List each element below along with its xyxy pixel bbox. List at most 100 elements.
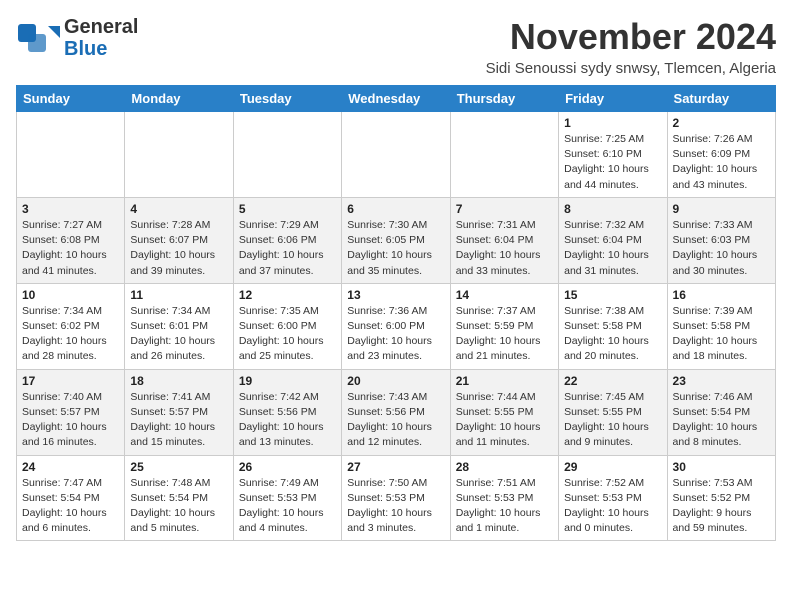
- day-cell-27: 27 Sunrise: 7:50 AM Sunset: 5:53 PM Dayli…: [342, 455, 450, 541]
- empty-cell: [450, 112, 558, 198]
- day-info: Sunrise: 7:50 AM Sunset: 5:53 PM Dayligh…: [347, 476, 444, 537]
- day-number: 12: [239, 288, 336, 302]
- day-number: 28: [456, 460, 553, 474]
- weekday-header-tuesday: Tuesday: [233, 86, 341, 112]
- day-info: Sunrise: 7:43 AM Sunset: 5:56 PM Dayligh…: [347, 390, 444, 451]
- day-cell-23: 23Sunrise: 7:46 AM Sunset: 5:54 PM Dayli…: [667, 369, 775, 455]
- day-cell-13: 13Sunrise: 7:36 AM Sunset: 6:00 PM Dayli…: [342, 283, 450, 369]
- day-number: 17: [22, 374, 119, 388]
- day-info: Sunrise: 7:31 AM Sunset: 6:04 PM Dayligh…: [456, 218, 553, 279]
- day-number: 8: [564, 202, 661, 216]
- day-info: Sunrise: 7:41 AM Sunset: 5:57 PM Dayligh…: [130, 390, 227, 451]
- day-info: Sunrise: 7:29 AM Sunset: 6:06 PM Dayligh…: [239, 218, 336, 279]
- weekday-header-row: SundayMondayTuesdayWednesdayThursdayFrid…: [17, 86, 776, 112]
- location: Sidi Senoussi sydy snwsy, Tlemcen, Alger…: [486, 60, 776, 77]
- day-number: 18: [130, 374, 227, 388]
- day-number: 20: [347, 374, 444, 388]
- day-cell-14: 14 Sunrise: 7:37 AM Sunset: 5:59 PM Dayli…: [450, 283, 558, 369]
- day-info: Sunrise: 7:42 AM Sunset: 5:56 PM Dayligh…: [239, 390, 336, 451]
- day-number: 3: [22, 202, 119, 216]
- empty-cell: [342, 112, 450, 198]
- day-info: Sunrise: 7:34 AM Sunset: 6:01 PM Dayligh…: [130, 304, 227, 365]
- month-title: November 2024: [486, 16, 776, 58]
- day-number: 15: [564, 288, 661, 302]
- day-info: Sunrise: 7:51 AM Sunset: 5:53 PM Dayligh…: [456, 476, 553, 537]
- day-info: Sunrise: 7:25 AM Sunset: 6:10 PM Dayligh…: [564, 132, 661, 193]
- page-header: General Blue November 2024 Sidi Senoussi…: [16, 16, 776, 77]
- week-row-3: 10 Sunrise: 7:34 AM Sunset: 6:02 PM Dayli…: [17, 283, 776, 369]
- day-info: Sunrise: 7:28 AM Sunset: 6:07 PM Dayligh…: [130, 218, 227, 279]
- logo: General Blue: [16, 16, 138, 60]
- empty-cell: [125, 112, 233, 198]
- day-info: Sunrise: 7:26 AM Sunset: 6:09 PM Dayligh…: [673, 132, 770, 193]
- day-number: 2: [673, 116, 770, 130]
- day-number: 1: [564, 116, 661, 130]
- day-number: 19: [239, 374, 336, 388]
- day-number: 4: [130, 202, 227, 216]
- day-cell-22: 22 Sunrise: 7:45 AM Sunset: 5:55 PM Dayli…: [559, 369, 667, 455]
- day-number: 25: [130, 460, 227, 474]
- day-info: Sunrise: 7:39 AM Sunset: 5:58 PM Dayligh…: [673, 304, 770, 365]
- day-info: Sunrise: 7:53 AM Sunset: 5:52 PM Dayligh…: [673, 476, 770, 537]
- day-cell-17: 17 Sunrise: 7:40 AM Sunset: 5:57 PM Dayli…: [17, 369, 125, 455]
- day-cell-15: 15 Sunrise: 7:38 AM Sunset: 5:58 PM Dayli…: [559, 283, 667, 369]
- day-number: 27: [347, 460, 444, 474]
- day-cell-29: 29Sunrise: 7:52 AM Sunset: 5:53 PM Dayli…: [559, 455, 667, 541]
- day-info: Sunrise: 7:33 AM Sunset: 6:03 PM Dayligh…: [673, 218, 770, 279]
- day-number: 30: [673, 460, 770, 474]
- day-cell-4: 4 Sunrise: 7:28 AM Sunset: 6:07 PM Daylig…: [125, 197, 233, 283]
- day-info: Sunrise: 7:49 AM Sunset: 5:53 PM Dayligh…: [239, 476, 336, 537]
- day-info: Sunrise: 7:40 AM Sunset: 5:57 PM Dayligh…: [22, 390, 119, 451]
- day-info: Sunrise: 7:37 AM Sunset: 5:59 PM Dayligh…: [456, 304, 553, 365]
- day-number: 13: [347, 288, 444, 302]
- day-info: Sunrise: 7:30 AM Sunset: 6:05 PM Dayligh…: [347, 218, 444, 279]
- day-cell-6: 6 Sunrise: 7:30 AM Sunset: 6:05 PM Daylig…: [342, 197, 450, 283]
- day-cell-9: 9 Sunrise: 7:33 AM Sunset: 6:03 PM Daylig…: [667, 197, 775, 283]
- day-number: 21: [456, 374, 553, 388]
- day-info: Sunrise: 7:48 AM Sunset: 5:54 PM Dayligh…: [130, 476, 227, 537]
- day-cell-25: 25 Sunrise: 7:48 AM Sunset: 5:54 PM Dayli…: [125, 455, 233, 541]
- day-cell-19: 19 Sunrise: 7:42 AM Sunset: 5:56 PM Dayli…: [233, 369, 341, 455]
- day-info: Sunrise: 7:34 AM Sunset: 6:02 PM Dayligh…: [22, 304, 119, 365]
- day-number: 11: [130, 288, 227, 302]
- empty-cell: [233, 112, 341, 198]
- title-block: November 2024 Sidi Senoussi sydy snwsy, …: [486, 16, 776, 77]
- day-info: Sunrise: 7:44 AM Sunset: 5:55 PM Dayligh…: [456, 390, 553, 451]
- weekday-header-sunday: Sunday: [17, 86, 125, 112]
- week-row-5: 24 Sunrise: 7:47 AM Sunset: 5:54 PM Dayli…: [17, 455, 776, 541]
- day-info: Sunrise: 7:32 AM Sunset: 6:04 PM Dayligh…: [564, 218, 661, 279]
- day-number: 10: [22, 288, 119, 302]
- weekday-header-thursday: Thursday: [450, 86, 558, 112]
- day-number: 6: [347, 202, 444, 216]
- week-row-2: 3Sunrise: 7:27 AM Sunset: 6:08 PM Daylig…: [17, 197, 776, 283]
- day-cell-5: 5 Sunrise: 7:29 AM Sunset: 6:06 PM Daylig…: [233, 197, 341, 283]
- day-info: Sunrise: 7:46 AM Sunset: 5:54 PM Dayligh…: [673, 390, 770, 451]
- day-cell-26: 26Sunrise: 7:49 AM Sunset: 5:53 PM Dayli…: [233, 455, 341, 541]
- day-info: Sunrise: 7:35 AM Sunset: 6:00 PM Dayligh…: [239, 304, 336, 365]
- day-number: 14: [456, 288, 553, 302]
- day-number: 24: [22, 460, 119, 474]
- day-cell-30: 30 Sunrise: 7:53 AM Sunset: 5:52 PM Dayli…: [667, 455, 775, 541]
- day-number: 22: [564, 374, 661, 388]
- week-row-4: 17 Sunrise: 7:40 AM Sunset: 5:57 PM Dayli…: [17, 369, 776, 455]
- day-number: 7: [456, 202, 553, 216]
- day-number: 9: [673, 202, 770, 216]
- day-cell-10: 10 Sunrise: 7:34 AM Sunset: 6:02 PM Dayli…: [17, 283, 125, 369]
- day-cell-1: 1 Sunrise: 7:25 AM Sunset: 6:10 PM Daylig…: [559, 112, 667, 198]
- day-cell-7: 7 Sunrise: 7:31 AM Sunset: 6:04 PM Daylig…: [450, 197, 558, 283]
- day-cell-21: 21 Sunrise: 7:44 AM Sunset: 5:55 PM Dayli…: [450, 369, 558, 455]
- day-cell-11: 11 Sunrise: 7:34 AM Sunset: 6:01 PM Dayli…: [125, 283, 233, 369]
- day-cell-8: 8 Sunrise: 7:32 AM Sunset: 6:04 PM Daylig…: [559, 197, 667, 283]
- day-cell-12: 12 Sunrise: 7:35 AM Sunset: 6:00 PM Dayli…: [233, 283, 341, 369]
- logo-blue: Blue: [64, 38, 138, 60]
- day-info: Sunrise: 7:45 AM Sunset: 5:55 PM Dayligh…: [564, 390, 661, 451]
- day-cell-20: 20 Sunrise: 7:43 AM Sunset: 5:56 PM Dayli…: [342, 369, 450, 455]
- weekday-header-monday: Monday: [125, 86, 233, 112]
- week-row-1: 1 Sunrise: 7:25 AM Sunset: 6:10 PM Daylig…: [17, 112, 776, 198]
- day-cell-28: 28 Sunrise: 7:51 AM Sunset: 5:53 PM Dayli…: [450, 455, 558, 541]
- day-info: Sunrise: 7:47 AM Sunset: 5:54 PM Dayligh…: [22, 476, 119, 537]
- day-number: 5: [239, 202, 336, 216]
- day-cell-16: 16Sunrise: 7:39 AM Sunset: 5:58 PM Dayli…: [667, 283, 775, 369]
- weekday-header-friday: Friday: [559, 86, 667, 112]
- day-info: Sunrise: 7:38 AM Sunset: 5:58 PM Dayligh…: [564, 304, 661, 365]
